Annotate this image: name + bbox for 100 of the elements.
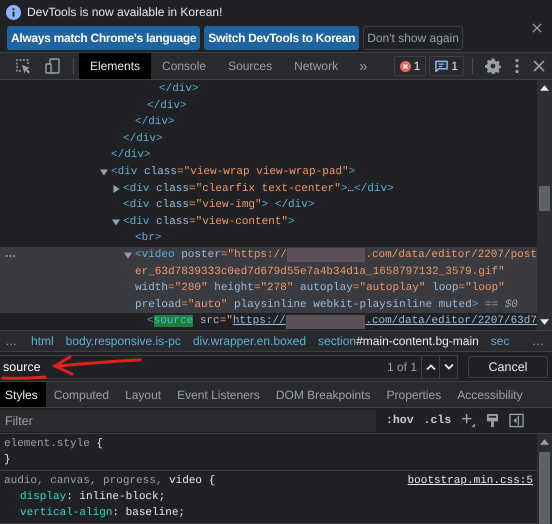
tree-row[interactable]: </div>: [0, 114, 537, 131]
sidebar-tab[interactable]: DOM Breakpoints: [268, 382, 379, 407]
scrollbar-thumb[interactable]: [539, 452, 550, 524]
toolbar-toggle[interactable]: :hov: [386, 414, 414, 427]
css-selector[interactable]: video: [169, 475, 202, 487]
match-count: 1 of 1: [386, 360, 418, 374]
inspect-icon[interactable]: [15, 58, 31, 74]
paint-brush-icon[interactable]: [486, 413, 500, 428]
code-text: </div>: [147, 98, 187, 114]
code-text: </div>: [111, 148, 151, 164]
code-text: <div class="view-wrap view-wrap-pad">: [111, 164, 356, 180]
css-selector[interactable]: element.style: [4, 438, 90, 450]
scrollbar-thumb[interactable]: [539, 186, 550, 211]
more-menu-icon[interactable]: [515, 58, 519, 74]
toolbar-toggle[interactable]: .cls: [424, 414, 452, 427]
search-box[interactable]: source 1 of 1: [0, 354, 458, 378]
issue-counter[interactable]: 1: [429, 56, 464, 76]
code-text: er_63d7839333c0ed7d679d55e7a4b34d1a_1658797132_3579.gif": [135, 264, 505, 280]
infobar-button[interactable]: Don't show again: [363, 26, 463, 50]
sidebar-tab[interactable]: Accessibility: [449, 382, 531, 407]
panel-tab[interactable]: Sources: [217, 53, 284, 79]
panel-tab[interactable]: Network: [283, 53, 350, 79]
panel-tab[interactable]: Elements: [79, 53, 152, 79]
code-text: </div>: [135, 115, 175, 130]
settings-icon[interactable]: [485, 58, 501, 74]
tree-row[interactable]: </div>: [0, 130, 537, 148]
tree-row[interactable]: <div class="clearfix text-center">…</div>: [0, 180, 537, 198]
sidebar-tab[interactable]: Event Listeners: [169, 382, 268, 407]
breadcrumb-scroll-button[interactable]: …: [0, 334, 25, 348]
tree-row[interactable]: er_63d7839333c0ed7d679d55e7a4b34d1a_1658797132_3579.gif": [0, 264, 537, 280]
code-text: <div class="view-content">: [123, 214, 295, 230]
property-name[interactable]: vertical-align:: [20, 507, 120, 519]
url-link[interactable]: .com/data/editor/2207/63d7: [365, 313, 537, 330]
close-icon[interactable]: [533, 60, 545, 72]
tree-row[interactable]: <video poster="https:// .com/data/editor/2207/post: [0, 246, 537, 264]
opening-brace: {: [208, 475, 216, 487]
tree-row[interactable]: </div>: [0, 98, 537, 114]
scroll-down-icon[interactable]: [540, 319, 549, 325]
more-tabs-button[interactable]: »: [349, 58, 378, 74]
info-icon: [6, 4, 21, 20]
tree-row[interactable]: <br>: [0, 230, 537, 247]
message-icon: [435, 60, 448, 72]
chevron-down-icon: [444, 364, 454, 370]
code-text: </div>: [159, 82, 199, 97]
scroll-up-icon[interactable]: [540, 85, 549, 91]
device-icon[interactable]: [45, 58, 61, 74]
property-name[interactable]: display:: [20, 491, 73, 503]
tree-row[interactable]: preload="auto" playsinline webkit-playsinline muted> == $0: [0, 296, 537, 314]
expand-arrow-icon[interactable]: [112, 184, 120, 193]
code-text: <source src=": [147, 314, 233, 330]
tree-row[interactable]: width="280" height="278" autoplay="autoplay" loop="loop": [0, 280, 537, 297]
code-text: <div class="view-img"> </div>: [123, 198, 314, 214]
cancel-button[interactable]: Cancel: [468, 356, 548, 378]
opening-brace: {: [96, 438, 104, 450]
plus-icon[interactable]: [461, 413, 476, 428]
infobar-button[interactable]: Switch DevTools to Korean: [204, 26, 360, 50]
breadcrumb[interactable]: body.responsive.is-pc: [60, 334, 187, 348]
stylesheet-link[interactable]: bootstrap.min.css:5: [408, 473, 533, 489]
tree-row[interactable]: <div class="view-content">: [0, 214, 537, 230]
infobar-button[interactable]: Always match Chrome's language: [7, 26, 200, 50]
tree-row[interactable]: <source src="https:// .com/data/editor/2207/63d7: [0, 313, 537, 330]
code-text: <div class="clearfix text-center">…</div>: [123, 182, 394, 197]
sidebar-tab[interactable]: Styles: [0, 382, 46, 407]
breadcrumb-scroll-button[interactable]: …: [527, 334, 552, 348]
expand-arrow-icon[interactable]: [100, 168, 108, 176]
code-text: <br>: [135, 231, 162, 246]
code-text: <video poster="https://: [135, 248, 287, 263]
url-link[interactable]: https://: [232, 313, 286, 330]
annotation-underline: [2, 376, 46, 380]
info-message: DevTools is now available in Korean!: [27, 5, 222, 19]
property-value[interactable]: baseline;: [126, 507, 186, 519]
sidebar-tab[interactable]: Computed: [46, 382, 118, 407]
css-selector[interactable]: audio, canvas, progress,: [4, 475, 170, 487]
tree-row[interactable]: </div>: [0, 147, 537, 164]
sidebar-tab[interactable]: Properties: [378, 382, 450, 407]
issue-counter[interactable]: 1: [394, 56, 426, 76]
ellipsis-icon[interactable]: [5, 254, 16, 258]
code-text: </div>: [123, 132, 163, 147]
breadcrumb[interactable]: section#main-content.bg-main: [312, 334, 485, 348]
breadcrumb[interactable]: html: [25, 334, 60, 348]
tree-row[interactable]: <div class="view-img"> </div>: [0, 197, 537, 214]
sidebar-toggle-icon[interactable]: [509, 413, 524, 428]
tree-row[interactable]: </div>: [0, 81, 537, 98]
breadcrumb[interactable]: div.wrapper.en.boxed: [186, 334, 312, 348]
error-icon: [400, 60, 411, 72]
panel-tab[interactable]: Console: [151, 53, 218, 79]
expand-arrow-icon[interactable]: [112, 218, 120, 226]
close-button[interactable]: [530, 21, 544, 35]
sidebar-tab[interactable]: Layout: [117, 382, 170, 407]
property-value[interactable]: inline-block;: [79, 491, 166, 503]
chevron-up-icon: [426, 364, 436, 370]
expand-arrow-icon[interactable]: [124, 251, 132, 260]
search-field[interactable]: source: [0, 360, 387, 374]
breadcrumb[interactable]: sec: [484, 334, 516, 348]
tree-row[interactable]: <div class="view-wrap view-wrap-pad">: [0, 164, 537, 181]
code-text: .com/data/editor/2207/post: [365, 248, 537, 263]
code-text: width="280" height="278" autoplay="autoplay" loop="loop": [135, 281, 505, 296]
filter-field[interactable]: Filter: [0, 410, 376, 432]
code-text: preload="auto" playsinline webkit-playsinline muted> == $0: [135, 298, 518, 313]
scroll-up-icon[interactable]: [540, 439, 549, 445]
